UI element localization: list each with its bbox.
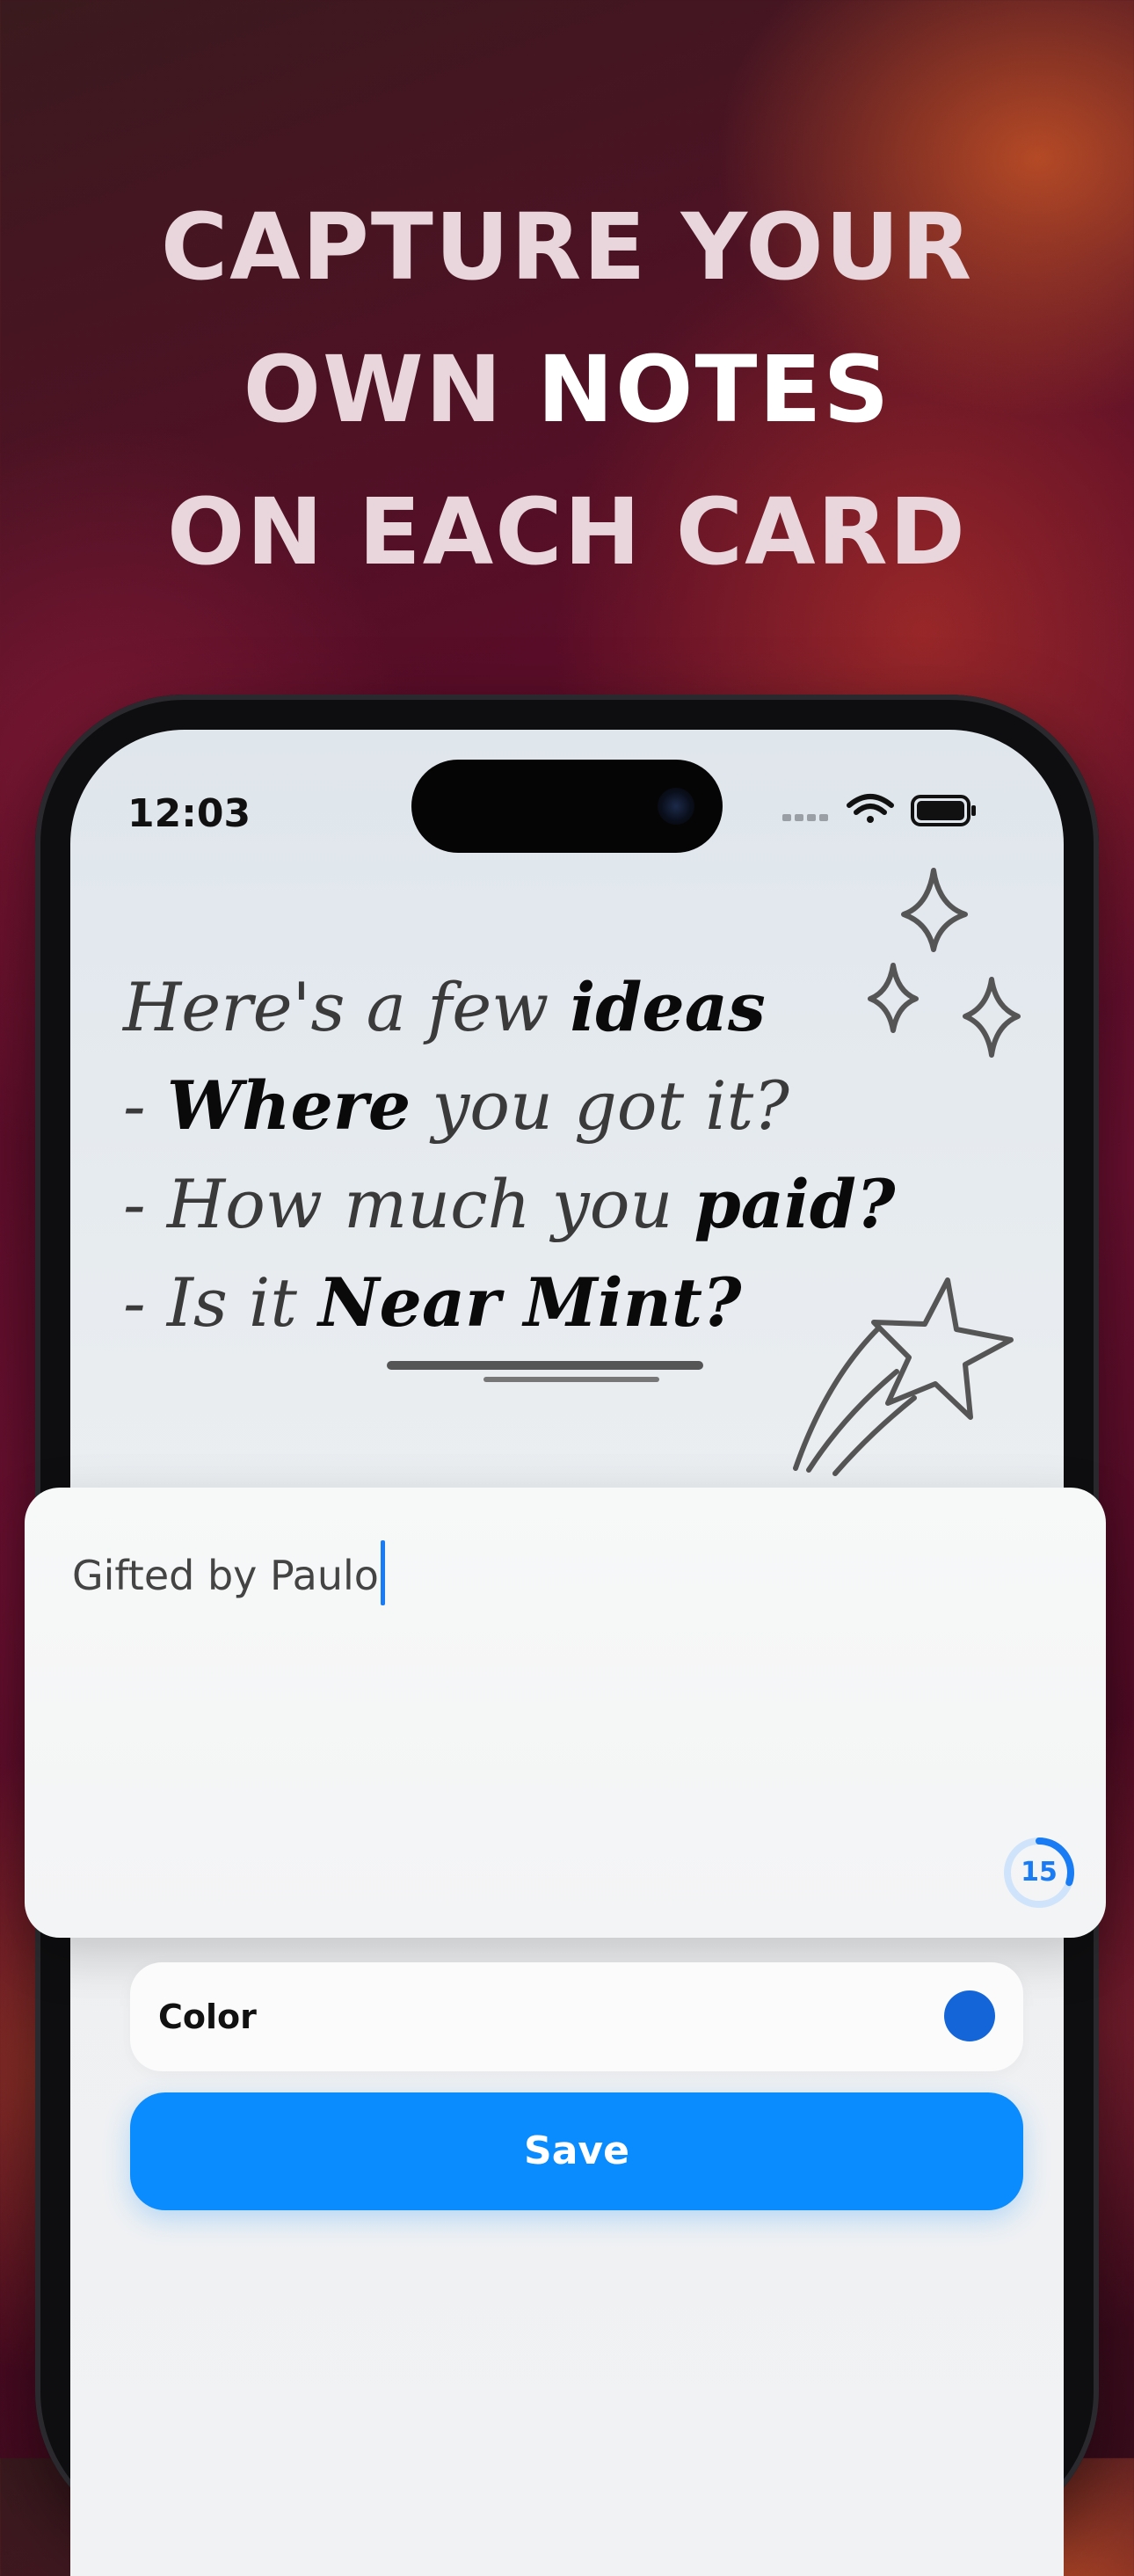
- save-button[interactable]: Save: [130, 2092, 1023, 2210]
- headline-line-3: ON EACH CARD: [167, 478, 967, 586]
- headline-line-2: OWN NOTES: [0, 318, 1134, 461]
- status-icons: [782, 794, 976, 826]
- headline: CAPTURE YOUR OWN NOTES ON EACH CARD: [0, 176, 1134, 603]
- note-text-value: Gifted by Paulo: [72, 1552, 379, 1599]
- headline-line-2-bold: NOTES: [537, 336, 891, 443]
- notes-line-3: - How much you paid?: [123, 1155, 1020, 1254]
- notes-line-4-a: - Is it: [123, 1263, 319, 1342]
- notes-line-2-b: Where: [166, 1066, 411, 1145]
- notes-line-2: - Where you got it?: [123, 1057, 1020, 1155]
- status-time: 12:03: [127, 791, 251, 836]
- battery-icon: [911, 795, 976, 826]
- counter-value: 15: [1021, 1857, 1058, 1888]
- signal-icon: [782, 814, 828, 821]
- dynamic-island: [411, 760, 723, 853]
- note-text-field[interactable]: Gifted by Paulo: [72, 1540, 385, 1605]
- notes-line-4-b: Near Mint?: [318, 1263, 742, 1342]
- headline-line-2-normal: OWN: [243, 336, 538, 443]
- color-setting-row[interactable]: Color: [130, 1962, 1023, 2071]
- scribble-underline: [387, 1361, 703, 1370]
- camera-icon: [658, 788, 694, 825]
- notes-line-2-a: -: [123, 1066, 167, 1145]
- notes-line-1-a: Here's a few: [123, 968, 571, 1046]
- wifi-icon: [847, 794, 894, 823]
- text-cursor: [380, 1540, 385, 1605]
- notes-line-4: - Is it Near Mint?: [123, 1254, 1020, 1352]
- color-label: Color: [158, 1997, 257, 2036]
- note-editor-card: Gifted by Paulo 15: [25, 1488, 1106, 1938]
- notes-line-1: Here's a few ideas: [123, 958, 1020, 1057]
- notes-line-3-b: paid?: [694, 1165, 896, 1243]
- character-counter: 15: [1002, 1836, 1076, 1910]
- notes-line-2-c: you got it?: [411, 1066, 789, 1145]
- scribble-underline-secondary: [483, 1377, 659, 1382]
- handwritten-notes-image: Here's a few ideas - Where you got it? -…: [123, 958, 1020, 1352]
- notes-line-3-a: - How much you: [123, 1165, 694, 1243]
- notes-line-1-b: ideas: [570, 968, 766, 1046]
- color-swatch[interactable]: [944, 1990, 995, 2041]
- headline-line-1: CAPTURE YOUR: [160, 193, 974, 301]
